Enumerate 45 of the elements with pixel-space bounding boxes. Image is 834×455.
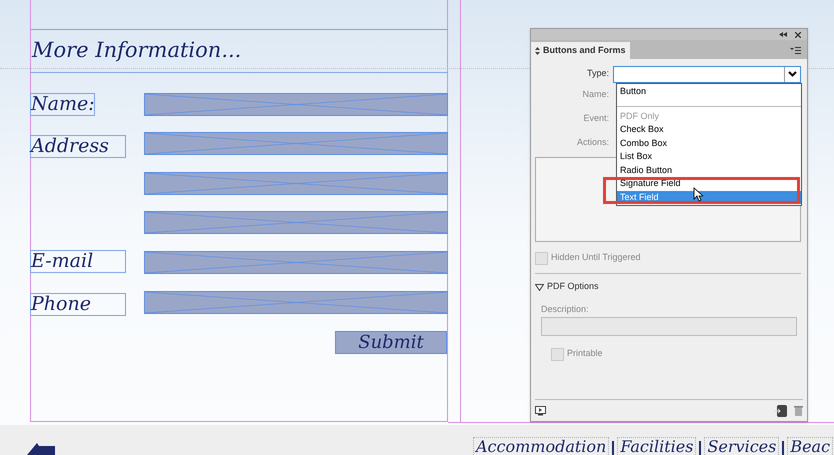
- convert-icon[interactable]: [774, 404, 787, 416]
- preview-icon[interactable]: [535, 406, 546, 416]
- back-arrow-icon[interactable]: [27, 443, 55, 455]
- submit-button[interactable]: Submit: [335, 331, 447, 354]
- dropdown-item[interactable]: Check Box: [617, 123, 801, 136]
- checkbox-label: Hidden Until Triggered: [551, 251, 641, 264]
- label-frame: Name:: [30, 93, 95, 116]
- label-frame: E-mail: [30, 250, 126, 273]
- label-frame: Phone: [30, 293, 126, 316]
- dropdown-item[interactable]: List Box: [617, 150, 801, 164]
- description-label: Description:: [541, 303, 590, 316]
- type-label: Type:: [586, 67, 610, 80]
- nav-link[interactable]: Accommodation: [473, 437, 610, 455]
- form-field-frame[interactable]: [144, 251, 448, 274]
- description-field[interactable]: [541, 317, 797, 336]
- panel-title: Buttons and Forms: [543, 44, 626, 57]
- form-field-frame[interactable]: [144, 172, 448, 195]
- form-field-frame[interactable]: [144, 132, 448, 155]
- disclosure-triangle-icon: [535, 284, 544, 290]
- pdf-options-toggle[interactable]: PDF Options: [535, 279, 801, 295]
- label-frame: Address: [30, 135, 126, 158]
- nav-link[interactable]: Beac: [787, 437, 834, 455]
- nav-link[interactable]: Services: [704, 437, 780, 455]
- checkbox-label: Printable: [567, 347, 603, 360]
- dropdown-item[interactable]: Combo Box: [617, 136, 801, 150]
- dropdown-item[interactable]: Button: [617, 85, 801, 98]
- field-label: Name:: [581, 88, 610, 102]
- dropdown-item[interactable]: Radio Button: [617, 164, 801, 177]
- trash-icon[interactable]: [794, 405, 803, 416]
- field-label: Actions:: [576, 136, 610, 150]
- nav-link[interactable]: Facilities: [617, 437, 696, 455]
- mouse-pointer-icon: [693, 187, 703, 202]
- heading-text: More Information...: [32, 37, 242, 64]
- field-label: Event:: [582, 112, 610, 126]
- type-dropdown[interactable]: [613, 66, 801, 82]
- form-field-frame[interactable]: [144, 291, 448, 314]
- checkbox[interactable]: [535, 252, 548, 264]
- checkbox[interactable]: [551, 348, 564, 360]
- panel-menu-icon[interactable]: [790, 47, 801, 54]
- updown-icon: [535, 46, 540, 54]
- form-field-frame[interactable]: [144, 211, 448, 234]
- form-field-frame[interactable]: [144, 93, 448, 116]
- collapse-icon[interactable]: [779, 32, 787, 37]
- panel-tab[interactable]: Buttons and Forms: [531, 42, 630, 59]
- close-icon[interactable]: [795, 32, 801, 38]
